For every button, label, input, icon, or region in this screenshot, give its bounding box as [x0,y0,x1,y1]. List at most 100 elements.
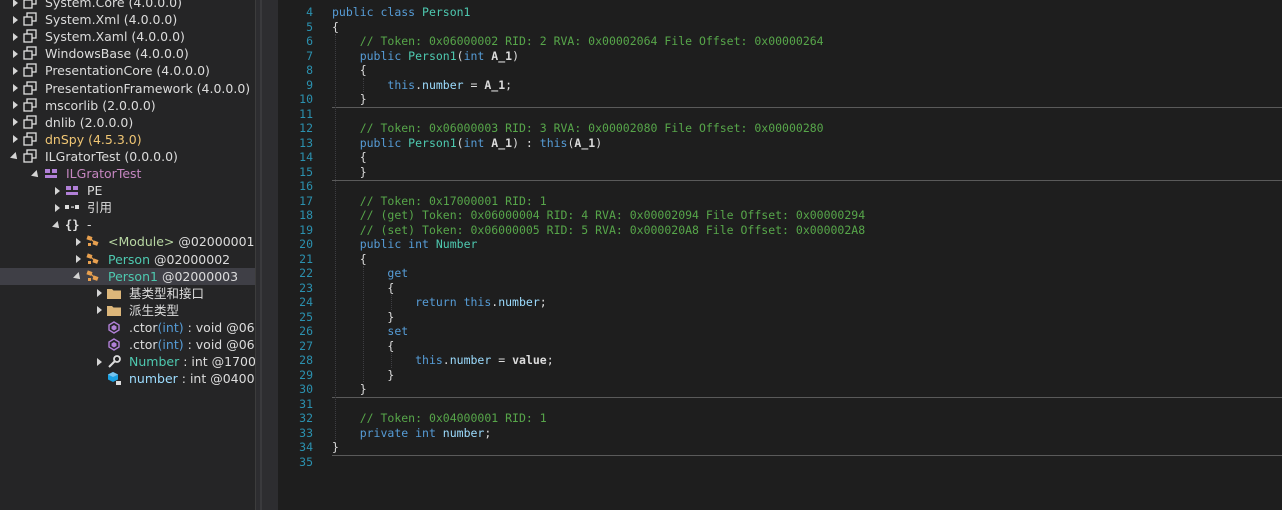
code-token: int [463,48,492,63]
tree-item-token: @02000002 [150,251,231,267]
expand-arrow-icon[interactable] [10,0,20,11]
expand-arrow-icon[interactable] [94,302,104,319]
field-icon [106,371,122,386]
code-line[interactable]: set [332,324,408,339]
tree-item[interactable]: mscorlib (2.0.0.0) [0,97,255,114]
tree-item[interactable]: <Module> @02000001 [0,233,255,250]
tree-item[interactable]: {} - [0,216,255,233]
code-line[interactable]: public class Person1 [332,5,470,20]
code-line[interactable]: { [332,150,367,165]
expand-arrow-icon[interactable] [10,45,20,62]
tree-item[interactable]: dnSpy (4.5.3.0) [0,131,255,148]
code-line[interactable]: // Token: 0x06000003 RID: 3 RVA: 0x00002… [332,121,824,136]
tree-item[interactable]: ILGratorTest (0.0.0.0) [0,148,255,165]
tree-item[interactable]: .ctor(int) : void @06000003 [0,336,255,353]
code-line[interactable]: // Token: 0x17000001 RID: 1 [332,194,547,209]
tree-item[interactable]: WindowsBase (4.0.0.0) [0,45,255,62]
tree-item[interactable]: ILGratorTest [0,165,255,182]
expand-arrow-icon[interactable] [10,62,20,79]
collapse-arrow-icon[interactable] [52,216,62,233]
code-line[interactable]: public int Number [332,237,478,252]
class-icon [85,234,101,249]
line-number: 17 [299,193,313,208]
tree-item[interactable]: Person1 @02000003 [0,267,255,285]
tree-item[interactable]: .ctor(int) : void @06000002 [0,319,255,336]
expand-arrow-icon[interactable] [10,97,20,114]
tree-item[interactable]: System.Core (4.0.0.0) [0,0,255,11]
line-number: 25 [299,309,313,324]
tree-item-name: Number [129,354,180,370]
tree-item-name: ILGratorTest (0.0.0.0) [45,148,178,164]
code-line[interactable]: private int number; [332,426,492,441]
tree-item[interactable]: PresentationCore (4.0.0.0) [0,62,255,79]
code-line[interactable]: { [332,63,367,78]
tree-item[interactable]: Number : int @17000001 [0,353,255,370]
tree-item-label: Person1 @02000003 [108,268,238,285]
collapse-arrow-icon[interactable] [73,268,83,285]
expand-arrow-icon[interactable] [10,80,20,97]
code-line[interactable]: this.number = A_1; [332,78,512,93]
code-line[interactable]: this.number = value; [332,353,554,368]
tree-item-label: number : int @04000001 [129,370,255,387]
expand-arrow-icon[interactable] [10,114,20,131]
tree-item[interactable]: PE [0,182,255,199]
code-token: int [463,135,492,150]
code-line[interactable]: } [332,440,339,455]
tree-item[interactable]: PresentationFramework (4.0.0.0) [0,80,255,97]
code-line[interactable]: { [332,252,367,267]
arrow-glyph [12,135,18,144]
tree-item[interactable]: 基类型和接口 [0,285,255,302]
expand-arrow-icon[interactable] [10,131,20,148]
expand-arrow-icon[interactable] [73,251,83,268]
code-line[interactable]: // (get) Token: 0x06000004 RID: 4 RVA: 0… [332,208,865,223]
expand-arrow-icon[interactable] [94,285,104,302]
expand-arrow-icon[interactable] [10,28,20,45]
tree-item[interactable]: dnlib (2.0.0.0) [0,114,255,131]
code-token: } [332,382,367,396]
code-token: public [359,48,409,63]
collapse-arrow-icon[interactable] [10,148,20,165]
collapse-arrow-icon[interactable] [31,165,41,182]
code-editor[interactable]: 4 public class Person1 5 {6 // Token: 0x060… [278,0,1282,510]
method-separator [332,397,1282,398]
code-token: ) : [512,135,540,150]
code-line[interactable]: } [332,382,367,397]
tree-item-name: PE [87,183,103,199]
expand-arrow-icon[interactable] [52,199,62,216]
assembly-icon [22,97,38,113]
code-line[interactable]: public Person1(int A_1) [332,49,519,64]
code-line[interactable]: // (set) Token: 0x06000005 RID: 5 RVA: 0… [332,223,865,238]
splitter-grip[interactable] [260,0,262,510]
tree-item[interactable]: Person @02000002 [0,251,255,268]
code-line[interactable]: { [332,20,339,35]
tree-item[interactable]: 派生类型 [0,302,255,319]
code-token: ; [546,353,554,367]
code-token: Person1 [422,5,471,19]
tree-item-label: Person @02000002 [108,251,230,268]
code-line[interactable]: get [332,266,408,281]
line-number: 13 [299,135,313,150]
line-number: 23 [299,280,313,295]
code-line[interactable]: // Token: 0x04000001 RID: 1 [332,411,547,426]
tree-item[interactable]: 引用 [0,199,255,216]
line-number: 16 [299,179,313,193]
tree-item[interactable]: number : int @04000001 [0,370,255,387]
code-token: ; [505,77,513,92]
code-line[interactable]: return this.number; [332,295,547,310]
tree-item[interactable]: System.Xaml (4.0.0.0) [0,28,255,45]
code-line[interactable]: } [332,92,367,107]
expand-arrow-icon[interactable] [94,353,104,370]
code-line[interactable]: // Token: 0x06000002 RID: 2 RVA: 0x00002… [332,34,824,49]
expand-arrow-icon[interactable] [10,11,20,28]
code-token: int [408,237,436,251]
code-token: // Token: 0x04000001 RID: 1 [359,411,547,425]
panel-splitter[interactable] [255,0,279,510]
code-line[interactable]: public Person1(int A_1) : this(A_1) [332,136,602,151]
code-line[interactable]: } [332,165,367,180]
tree-item-token: @02000003 [157,268,239,284]
expand-arrow-icon[interactable] [52,182,62,199]
tree-item[interactable]: System.Xml (4.0.0.0) [0,11,255,28]
expand-arrow-icon[interactable] [73,233,83,250]
